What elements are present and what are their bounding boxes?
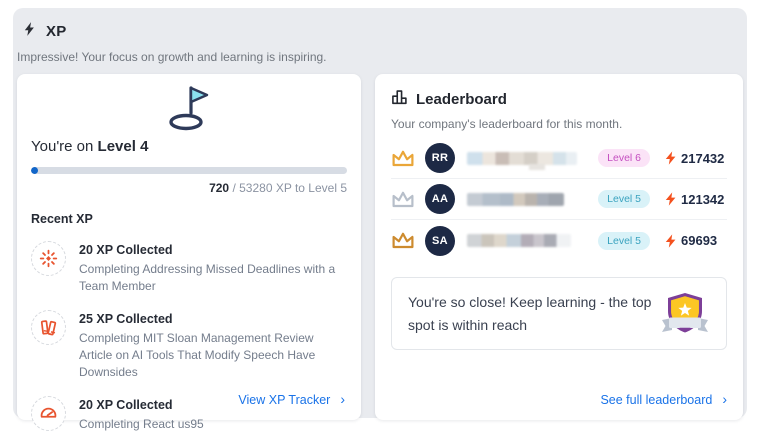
- xp-value: 121342: [681, 192, 724, 207]
- xp-item: 20 XP Collected Completing Addressing Mi…: [31, 241, 347, 295]
- xp-progress-fill: [31, 167, 38, 174]
- leaderboard-card: Leaderboard Your company's leaderboard f…: [375, 74, 743, 420]
- crown-bronze-icon: [391, 231, 415, 250]
- panel-title: XP: [46, 23, 66, 40]
- redacted-name: [467, 193, 564, 206]
- books-icon: [31, 310, 66, 345]
- crown-silver-icon: [391, 190, 415, 209]
- xp-value: 217432: [681, 151, 724, 166]
- redacted-name: [467, 152, 577, 165]
- bolt-icon: [665, 234, 676, 248]
- xp-to-level: 720 / 53280 XP to Level 5: [31, 181, 347, 195]
- lightning-bolt-icon: [22, 21, 37, 42]
- xp-score: 217432: [665, 151, 727, 166]
- leaderboard-row: SA Level 5 69693: [391, 220, 727, 261]
- encouragement-box: You're so close! Keep learning - the top…: [391, 277, 727, 350]
- panel-header: XP: [13, 8, 747, 42]
- chevron-right-icon: ›: [340, 392, 345, 406]
- chevron-right-icon: ›: [722, 392, 727, 406]
- see-full-leaderboard-label: See full leaderboard: [600, 393, 712, 407]
- encouragement-text: You're so close! Keep learning - the top…: [408, 291, 660, 336]
- leaderboard-subtitle: Your company's leaderboard for this mont…: [391, 117, 727, 131]
- cards-row: You're on Level 4 720 / 53280 XP to Leve…: [13, 64, 747, 420]
- xp-item-title: 25 XP Collected: [79, 312, 347, 326]
- leaderboard-row: RR Level 6 217432: [391, 138, 727, 179]
- see-full-leaderboard-link[interactable]: See full leaderboard ›: [600, 393, 727, 407]
- gauge-icon: [31, 396, 66, 431]
- sparkle-icon: [31, 241, 66, 276]
- avatar: AA: [425, 184, 455, 214]
- view-xp-tracker-label: View XP Tracker: [238, 393, 330, 407]
- flag-icon: [31, 74, 347, 130]
- view-xp-tracker-link[interactable]: View XP Tracker ›: [238, 393, 345, 407]
- xp-item-description: Completing MIT Sloan Management Review A…: [79, 330, 347, 381]
- level-line: You're on Level 4: [31, 138, 347, 155]
- xp-item-text: 25 XP Collected Completing MIT Sloan Man…: [79, 310, 347, 381]
- xp-item-text: 20 XP Collected Completing React us95: [79, 396, 204, 433]
- xp-value: 69693: [681, 233, 717, 248]
- xp-score: 69693: [665, 233, 727, 248]
- xp-current: 720: [209, 181, 229, 195]
- level-badge: Level 5: [598, 190, 650, 208]
- bolt-icon: [665, 151, 676, 165]
- leaderboard-header: Leaderboard: [391, 74, 727, 110]
- level-badge: Level 5: [598, 232, 650, 250]
- xp-progress-bar: [31, 167, 347, 174]
- level-value: Level 4: [98, 138, 149, 155]
- bolt-icon: [665, 192, 676, 206]
- level-badge: Level 6: [598, 149, 650, 167]
- xp-item-description: Completing React us95: [79, 416, 204, 433]
- crown-gold-icon: [391, 149, 415, 168]
- xp-item-text: 20 XP Collected Completing Addressing Mi…: [79, 241, 347, 295]
- redacted-name: [467, 234, 571, 247]
- xp-score: 121342: [665, 192, 727, 207]
- leaderboard-row: AA Level 5 121342: [391, 179, 727, 220]
- bar-chart-icon: [391, 89, 408, 110]
- xp-item-title: 20 XP Collected: [79, 398, 204, 412]
- recent-xp-heading: Recent XP: [31, 212, 347, 226]
- xp-remaining: / 53280 XP to Level 5: [232, 181, 347, 195]
- xp-item-title: 20 XP Collected: [79, 243, 347, 257]
- leaderboard-title: Leaderboard: [416, 91, 507, 108]
- xp-item-description: Completing Addressing Missed Deadlines w…: [79, 261, 347, 295]
- panel-subtitle: Impressive! Your focus on growth and lea…: [13, 42, 747, 64]
- xp-card: You're on Level 4 720 / 53280 XP to Leve…: [17, 74, 361, 420]
- avatar: RR: [425, 143, 455, 173]
- avatar: SA: [425, 226, 455, 256]
- xp-item: 25 XP Collected Completing MIT Sloan Man…: [31, 310, 347, 381]
- level-prefix: You're on: [31, 138, 93, 155]
- xp-widget-panel: XP Impressive! Your focus on growth and …: [13, 8, 747, 418]
- shield-star-ribbon-icon: [660, 291, 710, 336]
- leaderboard-rows: RR Level 6 217432 AA: [391, 138, 727, 261]
